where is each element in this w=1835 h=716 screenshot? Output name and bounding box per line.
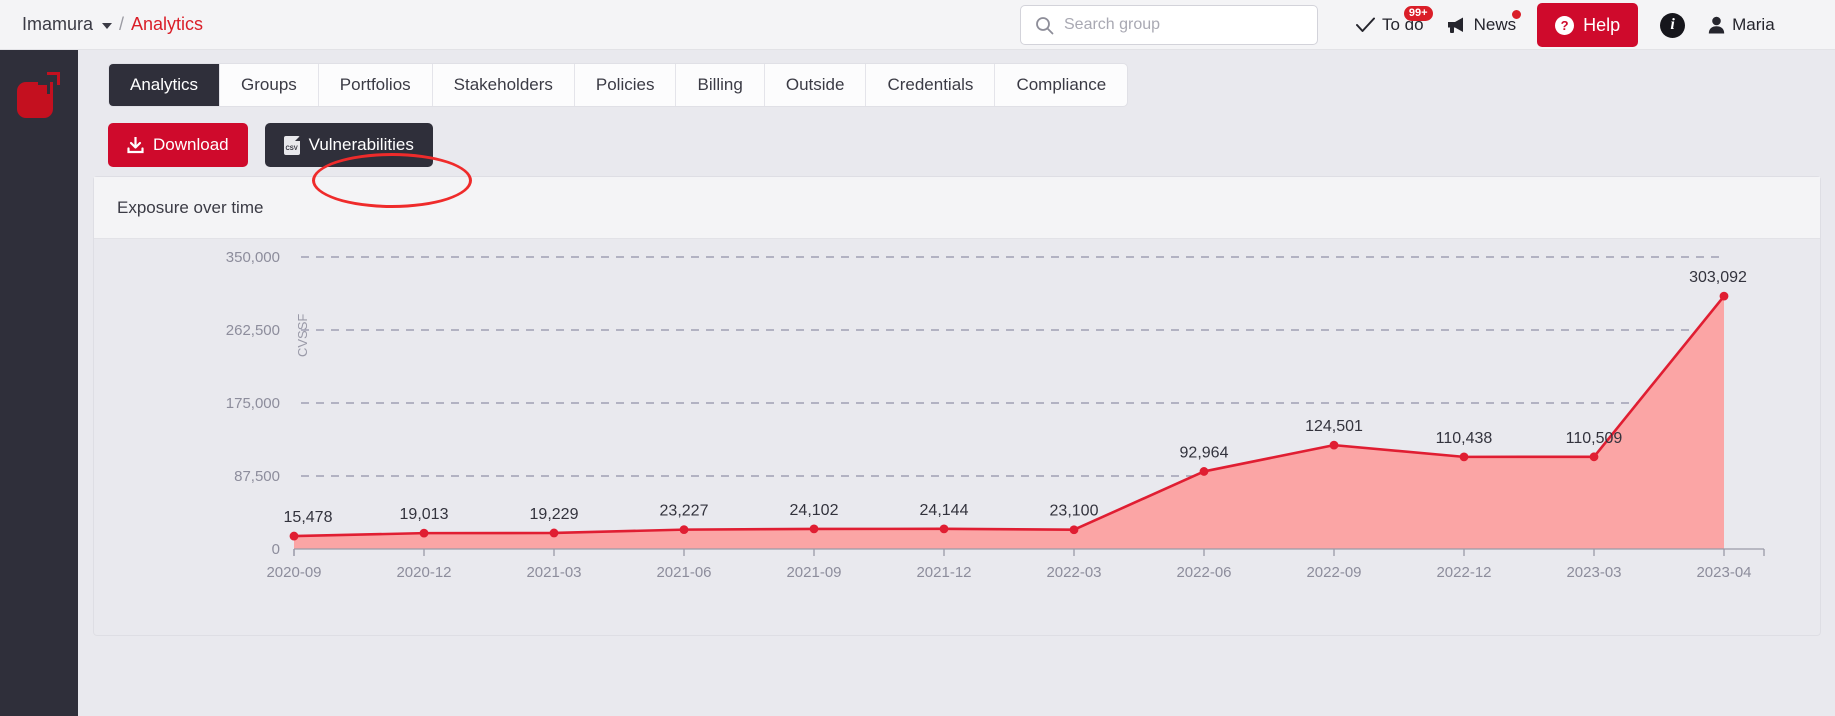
search-icon — [1036, 16, 1054, 34]
x-axis-tick-label: 2021-03 — [526, 564, 581, 581]
help-label: Help — [1583, 14, 1621, 35]
breadcrumb: Imamura / Analytics — [22, 14, 203, 35]
check-icon — [1356, 17, 1375, 32]
todo-badge: 99+ — [1403, 6, 1433, 21]
x-axis-tick-label: 2022-12 — [1436, 564, 1491, 581]
data-point[interactable] — [1329, 440, 1339, 450]
x-axis-tick-label: 2023-03 — [1566, 564, 1621, 581]
exposure-over-time-chart: 0 87,500 175,000 262,500 350,000 CVSSF 2020-09… — [94, 239, 1820, 635]
x-axis-tick-label: 2021-12 — [916, 564, 971, 581]
y-axis-tick-label: 350,000 — [226, 249, 280, 266]
y-axis-tick-label: 175,000 — [226, 395, 280, 412]
data-point-label: 303,092 — [1689, 269, 1747, 286]
data-point-label: 23,227 — [660, 503, 709, 520]
logo-corner-bracket-inner — [38, 82, 50, 94]
exposure-chart-card: Exposure over time 0 87,500 175,000 262,500… — [93, 176, 1821, 636]
todo-button[interactable]: To do 99+ — [1345, 0, 1435, 50]
data-point[interactable] — [939, 524, 949, 534]
main-content: Analytics Groups Portfolios Stakeholders Pol… — [78, 50, 1835, 716]
left-sidebar — [0, 50, 78, 716]
news-label: News — [1473, 15, 1517, 34]
user-name: Maria — [1732, 15, 1775, 34]
x-axis-tick-label: 2021-06 — [656, 564, 711, 581]
tab-compliance[interactable]: Compliance — [995, 64, 1127, 106]
breadcrumb-current[interactable]: Analytics — [131, 14, 203, 35]
x-axis-tick-label: 2022-09 — [1306, 564, 1361, 581]
x-axis-tick-label: 2021-09 — [786, 564, 841, 581]
tab-portfolios[interactable]: Portfolios — [319, 64, 433, 106]
data-point[interactable] — [679, 525, 689, 535]
toolbar: Download CSV Vulnerabilities — [108, 123, 433, 167]
x-axis-tick-label: 2023-04 — [1696, 564, 1751, 581]
data-point[interactable] — [1199, 467, 1209, 476]
chart-area-fill — [294, 296, 1724, 549]
data-point-label: 19,013 — [400, 506, 449, 523]
user-icon — [1708, 16, 1725, 34]
data-point-label: 23,100 — [1050, 503, 1099, 520]
data-point-label: 124,501 — [1305, 418, 1363, 435]
tab-stakeholders[interactable]: Stakeholders — [433, 64, 575, 106]
data-point[interactable] — [1589, 452, 1599, 462]
breadcrumb-separator: / — [119, 14, 125, 34]
tab-billing[interactable]: Billing — [676, 64, 765, 106]
top-header-bar: Imamura / Analytics To do 99+ News — [0, 0, 1835, 50]
data-point[interactable] — [809, 524, 819, 534]
y-axis-tick-label: 262,500 — [226, 322, 280, 339]
news-notification-dot — [1510, 8, 1524, 21]
data-point[interactable] — [419, 528, 429, 538]
download-label: Download — [153, 135, 229, 154]
data-point-label: 24,102 — [790, 502, 839, 519]
chart-svg: 0 87,500 175,000 262,500 350,000 CVSSF 2020-09… — [226, 249, 1765, 581]
x-axis-tick-label: 2022-03 — [1046, 564, 1101, 581]
card-header: Exposure over time — [94, 177, 1820, 239]
y-axis-title: CVSSF — [295, 314, 310, 357]
search-box[interactable] — [1020, 5, 1318, 45]
card-title: Exposure over time — [117, 197, 264, 217]
data-point[interactable] — [549, 528, 559, 538]
y-axis-tick-label: 87,500 — [234, 468, 280, 485]
data-point-label: 92,964 — [1180, 444, 1229, 461]
news-button[interactable]: News — [1435, 0, 1528, 50]
data-point-label: 15,478 — [284, 509, 333, 526]
breadcrumb-org[interactable]: Imamura — [22, 14, 93, 35]
x-axis-tick-label: 2020-12 — [396, 564, 451, 581]
vulnerabilities-button[interactable]: CSV Vulnerabilities — [264, 123, 433, 167]
csv-file-icon: CSV — [283, 135, 300, 155]
tab-credentials[interactable]: Credentials — [866, 64, 996, 106]
app-logo[interactable] — [17, 72, 61, 118]
data-point[interactable] — [1069, 525, 1079, 535]
data-point-label: 24,144 — [920, 502, 969, 519]
tab-outside[interactable]: Outside — [765, 64, 867, 106]
search-input[interactable] — [1064, 16, 1284, 34]
tab-groups[interactable]: Groups — [220, 64, 319, 106]
data-point-label: 110,509 — [1566, 430, 1623, 447]
user-menu[interactable]: Maria — [1697, 0, 1786, 50]
download-button[interactable]: Download — [108, 123, 248, 167]
data-point-label: 19,229 — [530, 506, 579, 523]
tab-analytics[interactable]: Analytics — [109, 64, 221, 106]
chevron-down-icon[interactable] — [102, 23, 113, 29]
x-axis-tick-label: 2020-09 — [266, 564, 321, 581]
data-point[interactable] — [1459, 452, 1469, 462]
data-point[interactable] — [289, 531, 299, 541]
x-axis-tick-label: 2022-06 — [1176, 564, 1231, 581]
tab-policies[interactable]: Policies — [575, 64, 677, 106]
question-circle-icon: ? — [1555, 15, 1575, 35]
megaphone-icon — [1447, 17, 1463, 33]
data-point[interactable] — [1719, 291, 1729, 301]
header-actions: To do 99+ News ? Help i Maria — [1345, 0, 1806, 50]
y-axis-tick-label: 0 — [272, 541, 280, 558]
help-button[interactable]: ? Help — [1537, 3, 1639, 47]
data-point-label: 110,438 — [1436, 430, 1493, 447]
vulnerabilities-label: Vulnerabilities — [308, 135, 414, 154]
tab-bar: Analytics Groups Portfolios Stakeholders Pol… — [108, 63, 1129, 107]
download-icon — [127, 136, 144, 153]
info-circle-icon[interactable]: i — [1660, 12, 1686, 38]
